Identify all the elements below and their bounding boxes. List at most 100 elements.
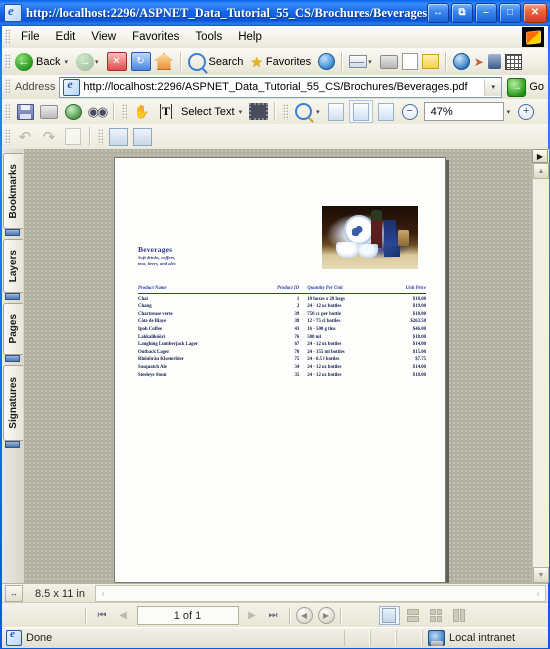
previous-page-button[interactable]: ◀ [114,607,133,625]
pdf-print-button[interactable] [38,101,60,122]
browser-toolbar: ← Back ▾ → ▾ ✕ ↻ Search ★ Favorites ▾ ➤ [2,48,548,76]
address-input[interactable]: http://localhost:2296/ASPNET_Data_Tutori… [59,76,503,98]
sidebar-handle-bookmarks[interactable] [5,229,20,236]
next-view-nav-button[interactable]: ▶ [317,607,335,624]
pdf-fit-page-button[interactable] [348,100,373,123]
select-text-dropdown-icon[interactable]: ▾ [239,108,243,116]
zoom-tool-dropdown-icon[interactable]: ▾ [316,108,320,116]
cell-quantity: 750 cc per bottle [307,311,341,317]
pdf-fit-width-button[interactable] [375,101,397,122]
photo-cup-2 [358,244,378,258]
bird-button[interactable]: ➤ [472,51,486,73]
pdf-email-button[interactable] [62,101,84,122]
first-page-button[interactable]: ⏮ [93,607,112,625]
refresh-button[interactable]: ↻ [129,51,153,73]
close-button[interactable]: ✕ [523,3,547,23]
sidebar-tab-pages[interactable]: Pages [3,303,23,355]
status-cell-2 [370,630,396,646]
back-dropdown-icon[interactable]: ▾ [64,58,68,66]
pdf-save-button[interactable] [14,101,36,122]
sidebar-handle-pages[interactable] [5,355,20,362]
pdf-toolbar-grip-1[interactable] [5,103,10,120]
cell-product-id: 2 [296,304,300,310]
menu-item-favorites[interactable]: Favorites [124,29,187,45]
menu-grip-handle[interactable] [5,29,10,45]
forward-button[interactable]: → ▾ [74,51,105,73]
address-grip-handle[interactable] [5,79,10,95]
messenger-button[interactable] [451,51,472,73]
pdf-hand-tool-button[interactable]: ✋ [131,101,153,122]
stop-button[interactable]: ✕ [105,51,129,73]
scroll-left-button[interactable]: ‹ [96,589,110,598]
table-row: Rhönbräu Klosterbier 75 24 - 0.5 l bottl… [138,355,426,362]
media-player-button[interactable] [486,51,503,73]
continuous-facing-layout-button[interactable] [450,607,469,624]
sidebar-handle-layers[interactable] [5,293,20,300]
mail-dropdown-icon[interactable]: ▾ [368,58,372,66]
document-subtitle: Soft drinks, coffees, teas, beers, and a… [138,255,258,267]
calculator-button[interactable] [503,51,524,73]
zoom-level-input[interactable]: 47% [423,102,504,121]
scroll-right-button[interactable]: › [531,589,545,598]
cell-quantity: 24 - 355 ml bottles [307,349,345,355]
pdf-next-view-button[interactable] [131,126,153,147]
pdf-zoom-out-button[interactable]: − [399,101,421,122]
continuous-layout-button[interactable] [404,607,423,624]
scroll-down-button[interactable]: ▼ [533,567,549,583]
sidebar-handle-signatures[interactable] [5,441,20,448]
address-dropdown-icon[interactable]: ▾ [484,78,502,96]
search-button[interactable]: Search [186,51,249,73]
pdf-select-text-icon-button[interactable]: T [155,101,177,122]
pdf-vertical-scrollbar[interactable]: ▲ ▼ [532,149,549,583]
cell-product-id: 34 [294,364,300,370]
maximize-button[interactable]: □ [499,3,521,23]
facing-layout-button[interactable] [427,607,446,624]
notes-button[interactable] [420,51,441,73]
pdf-previous-view-button[interactable] [107,126,129,147]
pdf-actual-size-button[interactable] [325,101,347,122]
favorites-button[interactable]: ★ Favorites [248,51,316,73]
back-button[interactable]: ← Back ▾ [13,51,74,73]
pdf-snapshot-button[interactable] [247,101,269,122]
last-page-button[interactable]: ⏭ [264,607,283,625]
pdf-toolbar-grip-3[interactable] [283,103,289,120]
media-button[interactable] [316,51,337,73]
forward-dropdown-icon[interactable]: ▾ [95,58,99,66]
sidebar-tab-signatures[interactable]: Signatures [3,365,23,441]
restore-small-button[interactable]: ↔ [427,3,449,23]
pdf-viewport[interactable]: Beverages Soft drinks, coffees, teas, be… [24,149,532,583]
scroll-up-button[interactable]: ▲ [533,163,549,179]
sidebar-tab-layers[interactable]: Layers [3,239,23,293]
go-button[interactable]: → Go [507,77,544,97]
page-number-input[interactable]: 1 of 1 [136,606,239,625]
home-button[interactable] [153,51,176,73]
pdf-nav-pane-toggle[interactable]: ▶ [532,149,548,163]
menu-item-tools[interactable]: Tools [187,29,230,45]
pdf-toolbar2-grip-1[interactable] [5,128,10,145]
pdf-toolbar-grip-2[interactable] [122,103,127,120]
menu-item-help[interactable]: Help [230,29,270,45]
pdf-page-navigation-bar: ⏮ ◀ 1 of 1 ▶ ⏭ ◀ ▶ [2,602,548,629]
minimize-button[interactable]: – [475,3,497,23]
pdf-find-button[interactable]: ◉◉ [86,101,109,122]
restore-window-button[interactable]: ⧉ [451,3,473,23]
pdf-horizontal-scrollbar[interactable]: ‹ › [94,585,546,602]
sidebar-tab-bookmarks[interactable]: Bookmarks [3,153,23,229]
security-zone[interactable]: Local intranet [422,630,548,646]
pdf-toolbar2-grip-2[interactable] [98,128,103,145]
browser-status-bar: Done Local intranet [2,627,548,648]
menu-item-file[interactable]: File [13,29,48,45]
previous-view-nav-button[interactable]: ◀ [295,607,313,624]
print-button[interactable] [378,51,400,73]
menu-item-edit[interactable]: Edit [48,29,84,45]
edit-page-button[interactable] [400,51,420,73]
menu-item-view[interactable]: View [83,29,124,45]
zoom-level-dropdown-icon[interactable]: ▾ [507,108,511,116]
mail-button[interactable]: ▾ [347,51,378,73]
page-size-toggle-button[interactable]: ↔ [5,585,23,602]
next-page-button[interactable]: ▶ [243,607,262,625]
pdf-zoom-tool-button[interactable] [292,101,314,122]
pdf-zoom-in-button[interactable]: + [515,101,537,122]
single-page-layout-button[interactable] [378,606,400,625]
toolbar-grip-handle[interactable] [5,53,10,70]
